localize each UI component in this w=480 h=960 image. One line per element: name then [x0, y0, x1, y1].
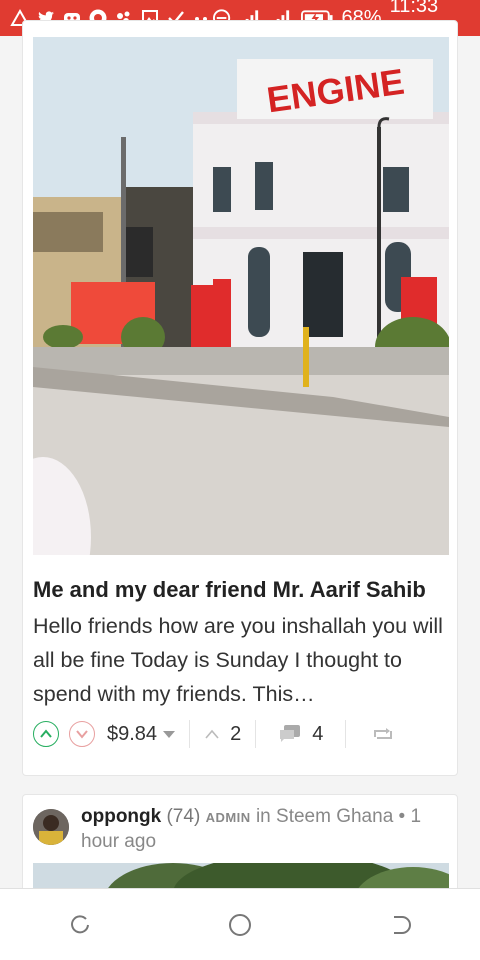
home-button[interactable]	[210, 895, 270, 955]
chevron-up-icon	[205, 729, 219, 739]
post-excerpt[interactable]: Hello friends how are you inshallah you …	[33, 609, 451, 711]
home-icon	[229, 913, 251, 936]
community-link[interactable]: in Steem Ghana	[256, 806, 393, 827]
post-actions: $9.84 2 4	[33, 719, 449, 749]
post-card[interactable]: ENGINE Me and my dear friend Mr. Aarif S…	[22, 20, 458, 776]
author-name[interactable]: oppongk	[81, 806, 161, 827]
back-button[interactable]	[370, 895, 430, 955]
votes-count[interactable]: 2	[190, 723, 255, 746]
payout-amount: $9.84	[107, 722, 158, 745]
chevron-up-icon	[40, 729, 52, 738]
author-reputation: (74)	[166, 806, 201, 827]
author-line: oppongk (74) ADMIN in Steem Ghana • 1 ho…	[81, 805, 441, 854]
chevron-down-icon	[76, 730, 88, 739]
caret-down-icon	[163, 730, 176, 738]
recents-button[interactable]	[50, 895, 110, 955]
avatar[interactable]	[33, 809, 69, 845]
resteem-button[interactable]	[346, 725, 420, 743]
recents-icon	[71, 914, 89, 933]
payout-dropdown[interactable]: $9.84	[107, 722, 176, 746]
resteem-icon	[374, 728, 393, 739]
role-badge: ADMIN	[205, 810, 251, 825]
back-icon	[394, 915, 411, 934]
votes-number: 2	[230, 722, 242, 745]
navigation-bar	[0, 888, 480, 960]
downvote-button[interactable]	[69, 721, 95, 747]
comments-number: 4	[312, 722, 324, 745]
comments-icon	[280, 725, 301, 742]
post-title[interactable]: Me and my dear friend Mr. Aarif Sahib	[33, 577, 453, 603]
upvote-button[interactable]	[33, 721, 59, 747]
comments-count[interactable]: 4	[256, 723, 345, 746]
post-image[interactable]: ENGINE	[33, 37, 449, 555]
